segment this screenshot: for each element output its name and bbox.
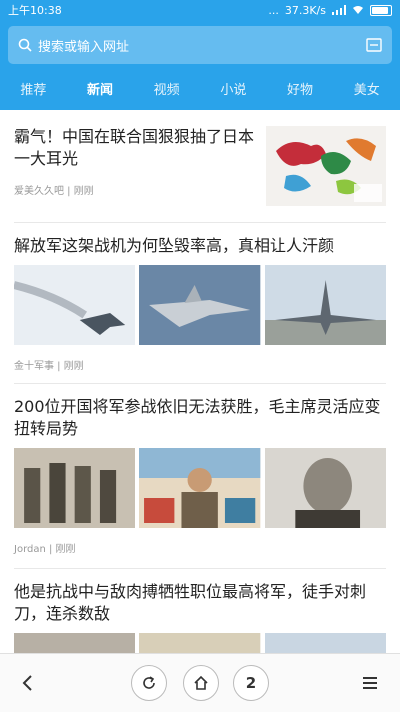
search-placeholder[interactable]: 搜索或输入网址	[38, 36, 366, 55]
home-button[interactable]	[183, 665, 219, 701]
news-image	[264, 265, 386, 345]
news-image	[14, 265, 136, 345]
news-source: 爱美久久吧 | 刚刚	[14, 186, 94, 197]
bottom-toolbar: 2	[0, 653, 400, 712]
refresh-icon	[143, 676, 155, 689]
news-item[interactable]: 解放军这架战机为何坠毁率高，真相让人汗颜 金十军事 | 刚刚	[0, 223, 400, 383]
tab-news[interactable]: 新闻	[67, 72, 134, 110]
news-image	[139, 633, 261, 653]
news-image	[14, 448, 136, 528]
top-bar: 上午10:38 ... 37.3K/s 搜索或输入网址 推荐 新闻 视频 小说 …	[0, 0, 400, 110]
search-icon	[18, 38, 32, 52]
news-title[interactable]: 他是抗战中与敌肉搏牺牲职位最高将军，徒手对刺刀，连杀数敌	[14, 581, 386, 625]
news-thumbnail	[266, 126, 386, 206]
status-dots: ...	[268, 3, 279, 17]
news-item[interactable]: 霸气！中国在联合国狠狠抽了日本一大耳光 爱美久久吧 | 刚刚	[0, 110, 400, 222]
tab-beauty[interactable]: 美女	[333, 72, 400, 110]
news-item[interactable]: 200位开国将军参战依旧无法获胜，毛主席灵活应变扭转局势 Jordan | 刚刚	[0, 384, 400, 568]
news-image	[14, 633, 136, 653]
news-feed: 霸气！中国在联合国狠狠抽了日本一大耳光 爱美久久吧 | 刚刚 解放军这架战机为何…	[0, 110, 400, 653]
refresh-button[interactable]	[131, 665, 167, 701]
signal-icon	[332, 5, 346, 15]
scan-icon[interactable]	[366, 38, 382, 52]
news-image	[264, 633, 386, 653]
wifi-icon	[353, 6, 363, 14]
home-icon	[194, 675, 208, 690]
news-title[interactable]: 200位开国将军参战依旧无法获胜，毛主席灵活应变扭转局势	[14, 396, 386, 440]
network-speed: 37.3K/s	[284, 3, 326, 17]
tab-goods[interactable]: 好物	[267, 72, 334, 110]
news-source: Jordan | 刚刚	[14, 544, 76, 555]
news-title[interactable]: 霸气！中国在联合国狠狠抽了日本一大耳光	[14, 126, 256, 170]
status-bar: 上午10:38 ... 37.3K/s	[0, 0, 400, 20]
status-time: 上午10:38	[8, 4, 62, 17]
news-item[interactable]: 他是抗战中与敌肉搏牺牲职位最高将军，徒手对刺刀，连杀数敌	[0, 569, 400, 653]
news-source: 金十军事 | 刚刚	[14, 361, 84, 372]
channel-tabs: 推荐 新闻 视频 小说 好物 美女	[0, 72, 400, 110]
search-bar[interactable]: 搜索或输入网址	[8, 26, 392, 64]
tab-count: 2	[245, 674, 257, 692]
tab-recommend[interactable]: 推荐	[0, 72, 67, 110]
news-image	[264, 448, 386, 528]
tab-novel[interactable]: 小说	[200, 72, 267, 110]
battery-icon	[370, 4, 392, 16]
tabs-button[interactable]: 2	[233, 665, 269, 701]
news-title[interactable]: 解放军这架战机为何坠毁率高，真相让人汗颜	[14, 235, 386, 257]
menu-icon[interactable]	[362, 676, 378, 690]
tab-video[interactable]: 视频	[133, 72, 200, 110]
back-icon[interactable]	[20, 674, 36, 692]
news-image	[139, 265, 261, 345]
news-image	[139, 448, 261, 528]
